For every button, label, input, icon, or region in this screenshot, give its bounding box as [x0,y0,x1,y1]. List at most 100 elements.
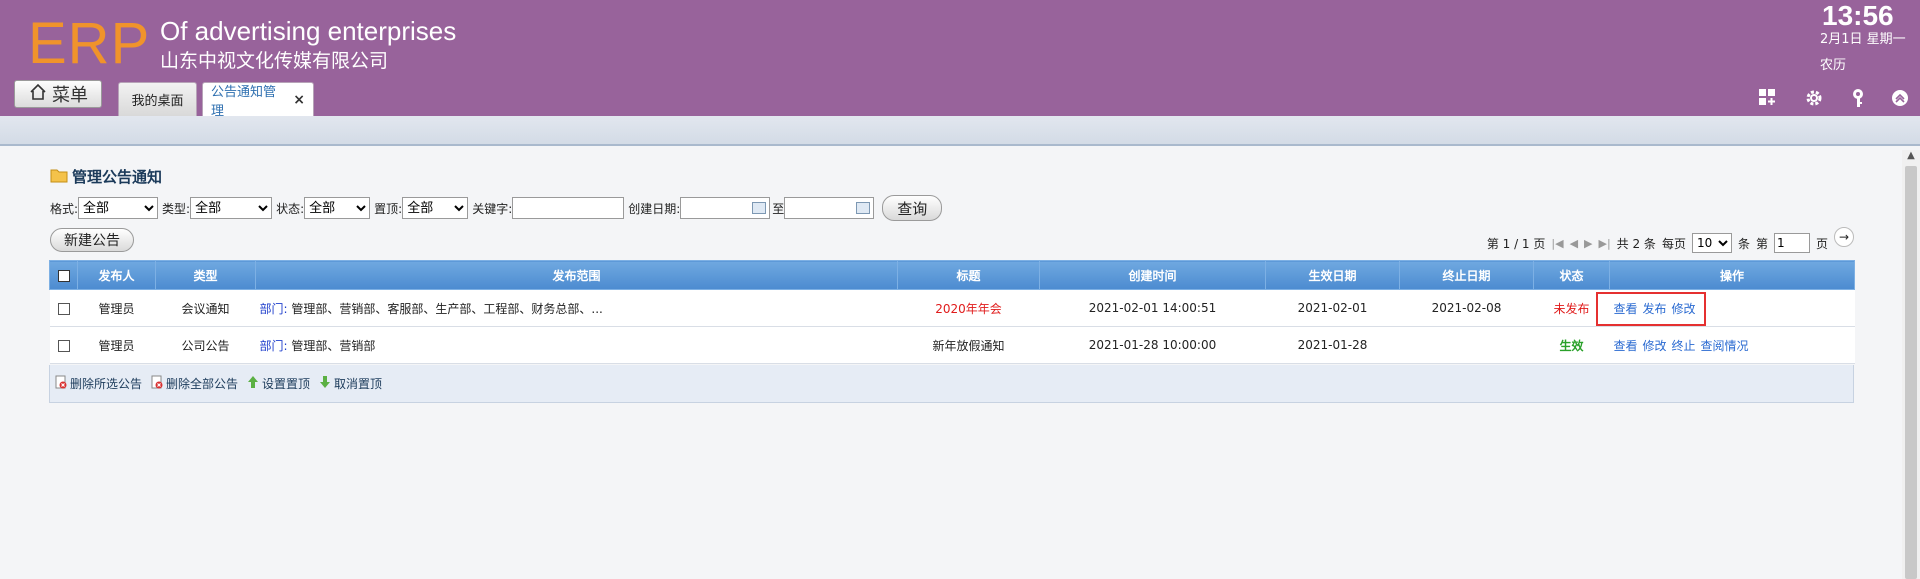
to-label: 至 [772,201,785,216]
company-name: 山东中视文化传媒有限公司 [160,50,389,72]
calendar-icon[interactable] [856,202,871,214]
last-page-icon[interactable]: ▶| [1599,237,1611,250]
first-page-icon[interactable]: |◀ [1551,237,1563,250]
status-cell: 生效 [1533,326,1610,364]
main-menu-label: 菜单 [52,85,88,106]
filter-bar: 格式: 全部 类型: 全部 状态: 全部 置顶: 全部 关键字: 创建日期: 至… [50,195,943,221]
edit-link[interactable]: 修改 [1672,302,1696,316]
scope-prefix: 部门: [259,301,288,316]
scope-text: 管理部、营销部 [291,338,376,353]
lunar-date: 农历 [1820,58,1847,73]
per-page-select[interactable]: 10 [1691,233,1732,253]
publisher-cell: 管理员 [77,289,156,327]
delete-icon [150,375,164,392]
app-logo: ERP [28,11,151,76]
per-page-label: 每页 [1661,236,1686,251]
type-select[interactable]: 全部 [190,197,273,219]
column-header: 创建时间 [1039,260,1266,290]
calendar-icon[interactable] [752,202,767,214]
column-header: 发布范围 [255,260,898,290]
vertical-scrollbar[interactable]: ▲ [1902,150,1920,579]
edit-link[interactable]: 修改 [1643,339,1667,353]
clock-date: 2月1日 星期一 [1820,32,1906,47]
app-tagline: Of advertising enterprises [160,16,457,46]
column-header: 发布人 [77,260,156,290]
tab-my-desktop[interactable]: 我的桌面 [118,82,197,116]
goto-page-input[interactable] [1773,233,1810,253]
pagination: 第 1 / 1 页 |◀ ◀ ▶ ▶| 共 2 条 每页 10 条 第 页 → [1486,227,1854,254]
status-select[interactable]: 全部 [304,197,371,219]
app-header: ERP Of advertising enterprises 山东中视文化传媒有… [0,0,1920,119]
effective-cell: 2021-02-01 [1265,289,1400,327]
select-all-checkbox[interactable] [57,269,70,282]
pin-label: 置顶: [374,201,403,216]
column-header: 终止日期 [1399,260,1534,290]
delete-icon [54,375,68,392]
title-cell: 2020年年会 [897,289,1040,327]
prev-page-icon[interactable]: ◀ [1570,237,1578,250]
announcement-table: 发布人 类型 发布范围 标题 创建时间 生效日期 终止日期 状态 操作 管理员 … [49,260,1855,364]
end-cell: 2021-02-08 [1399,289,1534,327]
key-icon[interactable] [1846,86,1870,110]
cancel-top-button[interactable]: 取消置顶 [318,375,382,392]
bulk-actions-bar: 删除所选公告 删除全部公告 设置置顶 取消置顶 [49,365,1854,403]
set-top-button[interactable]: 设置置顶 [246,375,310,392]
type-cell: 会议通知 [155,289,256,327]
goto-label: 第 [1755,236,1768,251]
format-select[interactable]: 全部 [78,197,159,219]
select-all-cell[interactable] [49,260,78,290]
gear-icon[interactable] [1802,86,1826,110]
delete-all-button[interactable]: 删除全部公告 [150,375,238,392]
go-arrow-icon[interactable]: → [1834,227,1854,247]
goto-unit: 页 [1815,236,1828,251]
row-checkbox[interactable] [57,339,70,352]
arrow-up-icon [246,375,260,392]
pin-select[interactable]: 全部 [402,197,469,219]
query-button[interactable]: 查询 [882,195,943,221]
scroll-thumb[interactable] [1905,166,1917,579]
column-header: 操作 [1609,260,1855,290]
operations-cell: 查看 发布 修改 [1609,289,1855,327]
close-icon[interactable]: × [293,92,305,108]
created-to-field[interactable] [784,197,875,219]
created-from-field[interactable] [680,197,771,219]
collapse-up-icon[interactable] [1888,86,1912,110]
table-row: 管理员 会议通知 部门: 管理部、营销部、客服部、生产部、工程部、财务总部、..… [49,289,1855,327]
scope-cell: 部门: 管理部、营销部 [255,326,898,364]
per-page-unit: 条 [1737,236,1750,251]
main-menu-button[interactable]: 菜单 [14,80,102,108]
column-header: 标题 [897,260,1040,290]
created-cell: 2021-02-01 14:00:51 [1039,289,1266,327]
set-top-label: 设置置顶 [262,377,311,391]
read-status-link[interactable]: 查阅情况 [1701,339,1749,353]
keyword-label: 关键字: [472,201,513,216]
type-cell: 公司公告 [155,326,256,364]
grid-add-icon[interactable] [1756,86,1780,110]
operations-cell: 查看 修改 终止 查阅情况 [1609,326,1855,364]
keyword-input[interactable] [512,197,625,219]
publish-link[interactable]: 发布 [1643,302,1667,316]
status-label: 状态: [276,201,305,216]
next-page-icon[interactable]: ▶ [1584,237,1592,250]
page-title-text: 管理公告通知 [72,168,163,186]
column-header: 类型 [155,260,256,290]
terminate-link[interactable]: 终止 [1672,339,1696,353]
type-label: 类型: [162,201,191,216]
new-announcement-button[interactable]: 新建公告 [50,228,134,252]
folder-icon [50,167,68,187]
publisher-cell: 管理员 [77,326,156,364]
cancel-top-label: 取消置顶 [334,377,383,391]
tab-announcement-management[interactable]: 公告通知管理 × [202,82,314,119]
delete-selected-button[interactable]: 删除所选公告 [54,375,142,392]
page-indicator: 第 1 / 1 页 [1486,236,1546,251]
format-label: 格式: [50,201,79,216]
arrow-down-icon [318,375,332,392]
view-link[interactable]: 查看 [1614,302,1638,316]
view-link[interactable]: 查看 [1614,339,1638,353]
tab-label: 公告通知管理 [211,84,277,119]
scroll-up-icon[interactable]: ▲ [1902,150,1920,164]
title-cell: 新年放假通知 [897,326,1040,364]
status-cell: 未发布 [1533,289,1610,327]
row-checkbox[interactable] [57,302,70,315]
column-header: 生效日期 [1265,260,1400,290]
